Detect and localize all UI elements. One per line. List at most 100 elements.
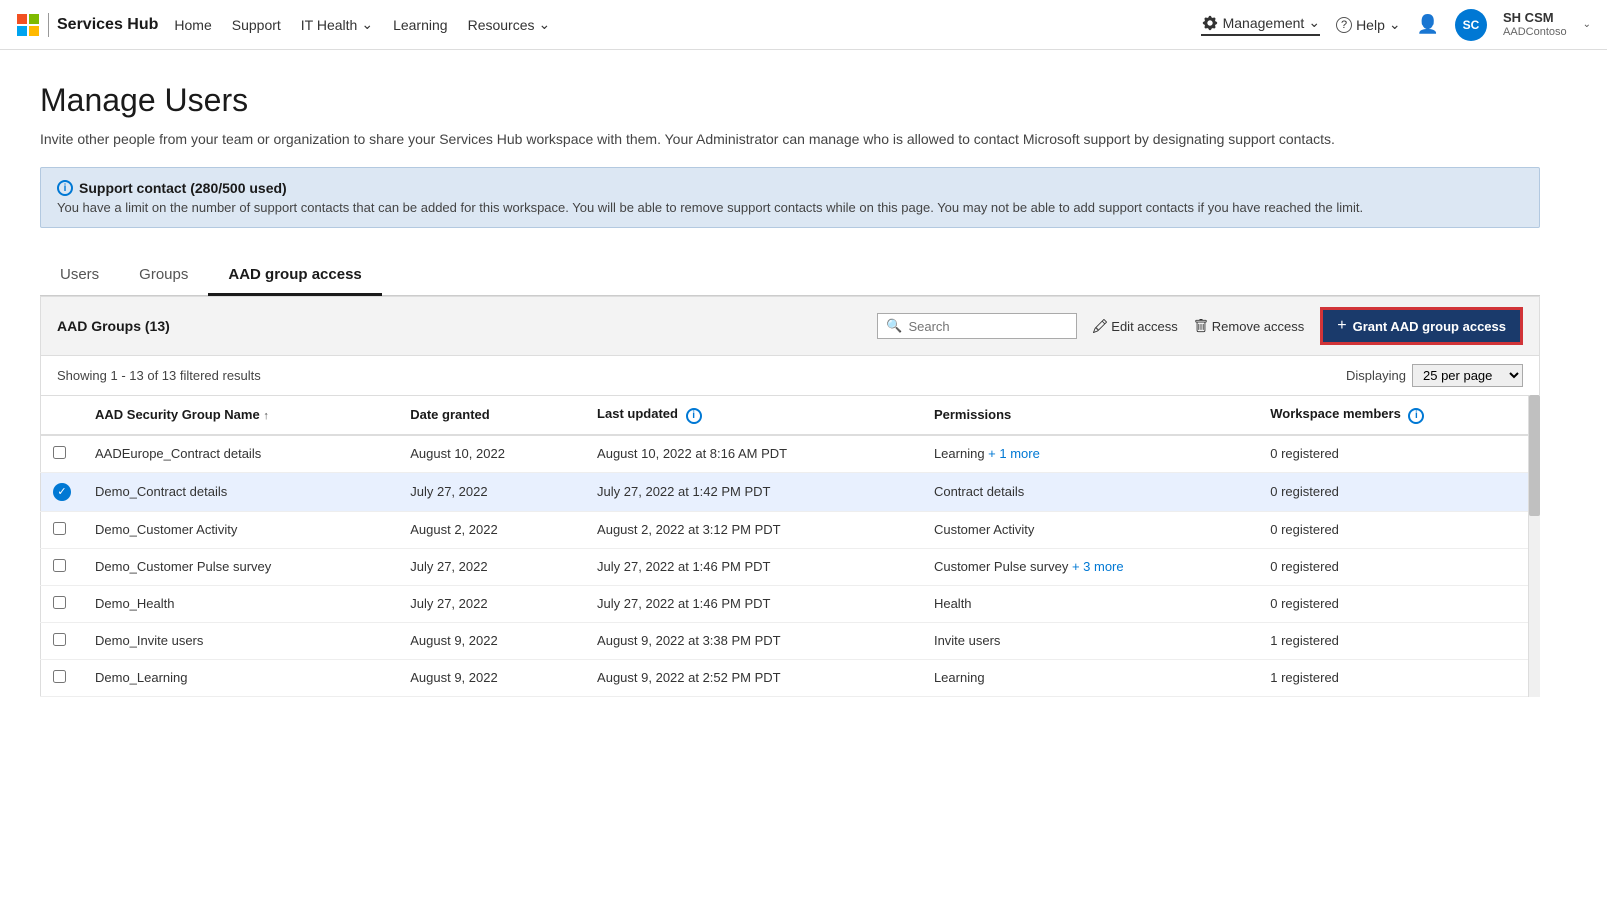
main-content: Manage Users Invite other people from yo… — [0, 50, 1580, 729]
header: Services Hub Home Support IT Health ⌄ Le… — [0, 0, 1607, 50]
row-last-updated: August 9, 2022 at 2:52 PM PDT — [585, 659, 922, 696]
row-permissions: Learning + 1 more — [922, 435, 1258, 473]
row-last-updated: July 27, 2022 at 1:46 PM PDT — [585, 548, 922, 585]
trash-icon — [1194, 319, 1208, 333]
tab-aad-group-access[interactable]: AAD group access — [208, 256, 381, 296]
chevron-down-icon: ⌄ — [1308, 14, 1320, 31]
table-row: Demo_Customer ActivityAugust 2, 2022Augu… — [41, 511, 1540, 548]
row-last-updated: August 9, 2022 at 3:38 PM PDT — [585, 622, 922, 659]
notification-icon[interactable]: 👤 — [1417, 14, 1439, 35]
row-last-updated: August 10, 2022 at 8:16 AM PDT — [585, 435, 922, 473]
col-header-name[interactable]: AAD Security Group Name ↑ — [83, 396, 398, 435]
nav-home[interactable]: Home — [174, 17, 211, 33]
row-workspace-members: 0 registered — [1258, 548, 1539, 585]
row-checkbox[interactable] — [53, 522, 66, 535]
row-group-name: AADEurope_Contract details — [83, 435, 398, 473]
table-row: ✓Demo_Contract detailsJuly 27, 2022July … — [41, 472, 1540, 511]
management-button[interactable]: Management ⌄ — [1201, 14, 1320, 36]
chevron-down-icon: ⌄ — [1389, 16, 1401, 33]
grant-aad-group-access-button[interactable]: + Grant AAD group access — [1320, 307, 1523, 345]
plus-icon: + — [1337, 317, 1346, 335]
header-divider — [48, 13, 49, 37]
page-title: Manage Users — [40, 82, 1540, 119]
table-row: Demo_Customer Pulse surveyJuly 27, 2022J… — [41, 548, 1540, 585]
table-row: Demo_Invite usersAugust 9, 2022August 9,… — [41, 622, 1540, 659]
help-circle-icon: ? — [1336, 17, 1352, 33]
row-permissions: Invite users — [922, 622, 1258, 659]
row-group-name: Demo_Invite users — [83, 622, 398, 659]
edit-access-button[interactable]: Edit access — [1093, 319, 1177, 334]
nav-it-health[interactable]: IT Health ⌄ — [301, 16, 373, 33]
table-row: AADEurope_Contract details August 10, 202… — [41, 435, 1540, 473]
avatar[interactable]: SC — [1455, 9, 1487, 41]
scrollbar[interactable] — [1528, 395, 1540, 697]
permissions-more-link[interactable]: + 3 more — [1068, 559, 1123, 574]
sort-arrow-icon: ↑ — [263, 410, 269, 422]
row-last-updated: July 27, 2022 at 1:42 PM PDT — [585, 472, 922, 511]
info-icon: i — [686, 408, 702, 424]
row-group-name: Demo_Health — [83, 585, 398, 622]
row-checkbox-cell — [41, 659, 84, 696]
results-count: Showing 1 - 13 of 13 filtered results — [57, 368, 261, 383]
row-checkbox-cell — [41, 435, 84, 473]
row-group-name: Demo_Customer Activity — [83, 511, 398, 548]
nav-support[interactable]: Support — [232, 17, 281, 33]
banner-title-row: i Support contact (280/500 used) — [57, 180, 1523, 196]
info-circle-icon: i — [57, 180, 73, 196]
page-description: Invite other people from your team or or… — [40, 131, 1540, 147]
row-permissions: Learning — [922, 659, 1258, 696]
row-workspace-members: 0 registered — [1258, 472, 1539, 511]
row-date-granted: July 27, 2022 — [398, 472, 585, 511]
microsoft-logo-icon — [16, 13, 40, 37]
row-permissions: Customer Activity — [922, 511, 1258, 548]
search-input[interactable] — [908, 319, 1068, 334]
search-box[interactable]: 🔍 — [877, 313, 1077, 339]
table-container: AAD Security Group Name ↑ Date granted L… — [40, 395, 1540, 697]
checkmark-icon[interactable]: ✓ — [53, 483, 71, 501]
table-row: Demo_LearningAugust 9, 2022August 9, 202… — [41, 659, 1540, 696]
user-info[interactable]: SH CSM AADContoso — [1503, 10, 1567, 39]
user-chevron-icon[interactable]: ⌄ — [1583, 19, 1591, 30]
nav-resources[interactable]: Resources ⌄ — [468, 16, 551, 33]
row-workspace-members: 0 registered — [1258, 585, 1539, 622]
permissions-more-link[interactable]: + 1 more — [985, 446, 1040, 461]
row-checkbox[interactable] — [53, 559, 66, 572]
toolbar-actions: 🔍 Edit access Remove access + Grant AAD … — [877, 307, 1523, 345]
tab-groups[interactable]: Groups — [119, 256, 208, 296]
row-checkbox-cell — [41, 511, 84, 548]
support-contact-banner: i Support contact (280/500 used) You hav… — [40, 167, 1540, 228]
row-permissions: Customer Pulse survey + 3 more — [922, 548, 1258, 585]
banner-text: You have a limit on the number of suppor… — [57, 200, 1523, 215]
tab-users[interactable]: Users — [40, 256, 119, 296]
row-date-granted: August 9, 2022 — [398, 659, 585, 696]
col-header-workspace-members[interactable]: Workspace members i — [1258, 396, 1539, 435]
row-workspace-members: 0 registered — [1258, 435, 1539, 473]
help-button[interactable]: ? Help ⌄ — [1336, 16, 1401, 33]
row-checkbox-cell — [41, 548, 84, 585]
tab-bar: Users Groups AAD group access — [40, 256, 1540, 296]
per-page-select[interactable]: Displaying 25 per page 50 per page 100 p… — [1346, 364, 1523, 387]
header-right: Management ⌄ ? Help ⌄ 👤 SC SH CSM AADCon… — [1201, 9, 1591, 41]
row-checkbox[interactable] — [53, 633, 66, 646]
col-header-permissions[interactable]: Permissions — [922, 396, 1258, 435]
row-checkbox-cell — [41, 622, 84, 659]
row-last-updated: July 27, 2022 at 1:46 PM PDT — [585, 585, 922, 622]
scrollbar-thumb[interactable] — [1529, 395, 1540, 516]
per-page-dropdown[interactable]: 25 per page 50 per page 100 per page — [1412, 364, 1523, 387]
col-header-date-granted[interactable]: Date granted — [398, 396, 585, 435]
row-checkbox[interactable] — [53, 670, 66, 683]
table-toolbar: AAD Groups (13) 🔍 Edit access Remove acc… — [40, 296, 1540, 355]
search-icon: 🔍 — [886, 318, 902, 334]
row-permissions: Contract details — [922, 472, 1258, 511]
remove-access-button[interactable]: Remove access — [1194, 319, 1304, 334]
nav-learning[interactable]: Learning — [393, 17, 448, 33]
logo-area: Services Hub — [16, 13, 158, 37]
row-checkbox[interactable] — [53, 596, 66, 609]
aad-groups-table: AAD Security Group Name ↑ Date granted L… — [40, 395, 1540, 697]
row-checkbox[interactable] — [53, 446, 66, 459]
results-bar: Showing 1 - 13 of 13 filtered results Di… — [40, 355, 1540, 395]
user-name: SH CSM — [1503, 10, 1567, 26]
row-workspace-members: 1 registered — [1258, 659, 1539, 696]
row-permissions: Health — [922, 585, 1258, 622]
col-header-last-updated[interactable]: Last updated i — [585, 396, 922, 435]
